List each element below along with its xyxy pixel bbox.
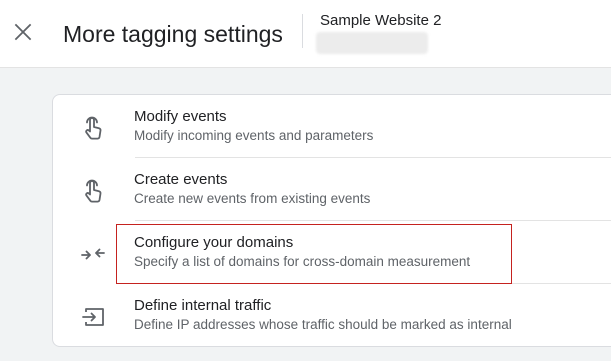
settings-item-title: Modify events xyxy=(134,108,227,125)
close-button[interactable] xyxy=(8,17,38,47)
settings-item-title: Create events xyxy=(134,171,228,188)
touch-icon xyxy=(79,115,107,141)
settings-item-modify-events[interactable]: Modify events Modify incoming events and… xyxy=(53,95,611,158)
settings-card: Modify events Modify incoming events and… xyxy=(52,94,611,347)
settings-item-subtitle: Create new events from existing events xyxy=(134,191,371,206)
property-name: Sample Website 2 xyxy=(320,12,442,29)
input-icon xyxy=(79,304,107,330)
settings-item-configure-domains[interactable]: Configure your domains Specify a list of… xyxy=(53,221,611,284)
merge-arrows-icon xyxy=(79,241,107,267)
header-divider xyxy=(302,14,303,48)
settings-item-title: Define internal traffic xyxy=(134,297,272,314)
main-content: Modify events Modify incoming events and… xyxy=(0,68,611,361)
page-title: More tagging settings xyxy=(63,21,283,47)
settings-item-create-events[interactable]: Create events Create new events from exi… xyxy=(53,158,611,221)
settings-item-subtitle: Specify a list of domains for cross-doma… xyxy=(134,254,471,269)
property-id-redacted xyxy=(316,32,428,54)
header: More tagging settings Sample Website 2 xyxy=(0,0,611,68)
close-icon xyxy=(14,23,32,41)
settings-item-subtitle: Define IP addresses whose traffic should… xyxy=(134,317,512,332)
touch-icon xyxy=(79,178,107,204)
settings-item-title: Configure your domains xyxy=(134,234,294,251)
app-root: More tagging settings Sample Website 2 M… xyxy=(0,0,611,361)
settings-item-subtitle: Modify incoming events and parameters xyxy=(134,128,374,143)
settings-item-internal-traffic[interactable]: Define internal traffic Define IP addres… xyxy=(53,284,611,346)
